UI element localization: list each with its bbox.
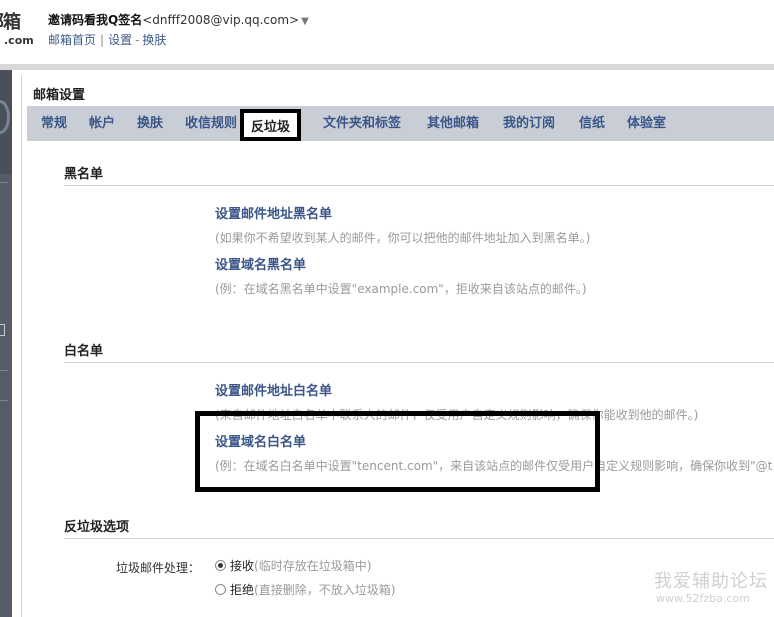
antispam-options-heading: 反垃圾选项 [64,520,130,535]
page-title: 邮箱设置 [33,88,86,103]
mail-home-link[interactable]: 邮箱首页 [48,33,96,47]
account-dropdown-icon[interactable]: ▼ [299,16,309,27]
watermark-url: www.52fzba.com [656,592,750,605]
tab-account[interactable]: 帐户 [89,106,115,141]
settings-panel: 邮箱设置 常规 帐户 换肤 收信规则 反垃圾 文件夹和标签 其他邮箱 我的订阅 … [21,75,774,617]
tab-folders-labels[interactable]: 文件夹和标签 [323,106,401,141]
settings-tabs: 常规 帐户 换肤 收信规则 反垃圾 文件夹和标签 其他邮箱 我的订阅 信纸 体验… [27,106,774,141]
tab-general[interactable]: 常规 [41,106,67,141]
sidebar-top-block [0,70,12,174]
spam-handling-label: 垃圾邮件处理： [116,561,201,575]
tab-skin[interactable]: 换肤 [137,106,163,141]
watermark-title: 我爱辅助论坛 [654,571,768,592]
user-nickname: 邀请码看我Q签名 [48,13,143,27]
section-divider [64,185,774,186]
skin-link[interactable]: 换肤 [142,33,166,47]
sidebar-ring-icon [0,100,10,134]
settings-link[interactable]: 设置 [108,33,132,47]
forum-watermark: 我爱辅助论坛 www.52fzba.com [654,572,768,606]
domain-blacklist-link[interactable]: 设置域名黑名单 [215,254,306,273]
logo-suffix: .com [4,34,34,47]
user-email: <dnfff2008@vip.qq.com> [142,13,300,27]
left-sidebar [0,70,12,617]
header-divider [0,64,774,70]
blacklist-heading: 黑名单 [64,167,104,182]
reject-radio[interactable] [215,584,226,595]
accept-hint: (临时存放在垃圾箱中) [254,559,372,573]
tab-mail-rules[interactable]: 收信规则 [185,106,237,141]
email-blacklist-desc: (如果你不希望收到某人的邮件，你可以把他的邮件地址加入到黑名单。) [215,231,591,245]
section-divider [64,538,774,539]
link-separator: | [100,33,105,47]
email-blacklist-link[interactable]: 设置邮件地址黑名单 [215,203,332,222]
link-dash: - [135,33,140,47]
email-whitelist-link[interactable]: 设置邮件地址白名单 [215,380,332,399]
spam-accept-option[interactable]: 接收(临时存放在垃圾箱中) [215,557,371,574]
reject-hint: (直接删除，不放入垃圾箱) [254,583,396,597]
domain-blacklist-desc: (例：在域名黑名单中设置"example.com"，拒收来自该站点的邮件。) [215,282,587,296]
tab-subscriptions[interactable]: 我的订阅 [503,106,555,141]
reject-label: 拒绝 [230,583,255,597]
tab-lab[interactable]: 体验室 [627,106,666,141]
spam-reject-option[interactable]: 拒绝(直接删除，不放入垃圾箱) [215,581,395,598]
sidebar-divider [0,182,8,183]
logo-text: 邮箱 [0,12,21,33]
top-links: 邮箱首页 | 设置 - 换肤 [48,31,166,48]
annotation-highlight-box [195,411,600,492]
tab-anti-spam[interactable]: 反垃圾 [240,109,302,141]
section-divider [64,362,774,363]
sidebar-divider [0,370,8,371]
whitelist-heading: 白名单 [64,344,104,359]
mail-logo[interactable]: 邮箱 .com [0,12,36,47]
tab-other-mailboxes[interactable]: 其他邮箱 [427,106,479,141]
top-header: 邮箱 .com 邀请码看我Q签名<dnfff2008@vip.qq.com>▼ … [0,0,774,64]
user-info[interactable]: 邀请码看我Q签名<dnfff2008@vip.qq.com> ▼ [48,12,309,30]
sidebar-divider [0,400,8,401]
sidebar-collapse-handle[interactable] [0,324,5,336]
tab-stationery[interactable]: 信纸 [579,106,605,141]
accept-label: 接收 [230,559,255,573]
accept-radio[interactable] [215,560,226,571]
